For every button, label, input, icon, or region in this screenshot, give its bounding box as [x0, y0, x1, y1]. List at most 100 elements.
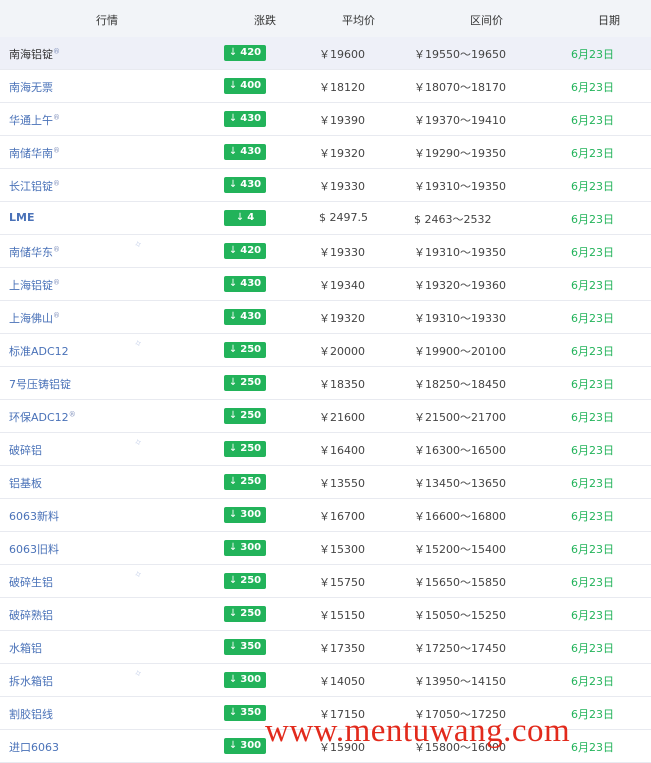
market-name[interactable]: 水箱铝 [9, 642, 42, 655]
change-badge: ↓ 300 [224, 672, 266, 688]
change-badge: ↓ 420 [224, 243, 266, 259]
market-name-link[interactable]: 铝基板 [9, 475, 42, 491]
average-price: ￥19340 [319, 279, 365, 292]
change-badge: ↓ 250 [224, 342, 266, 358]
site-watermark: www.mentuwang.com [265, 713, 571, 749]
market-name[interactable]: 上海铝锭 [9, 279, 53, 292]
change-value: 250 [240, 410, 262, 421]
price-range: ￥19310～19330 [414, 312, 506, 325]
price-range: ￥15050～15250 [414, 609, 506, 622]
market-name-link[interactable]: 上海佛山® [9, 310, 60, 326]
table-row: 破碎熟铝 ↓ 250 ￥15150 ￥15050～15250 6月23日 [0, 598, 651, 631]
market-name-link[interactable]: 上海铝锭® [9, 277, 60, 293]
down-arrow-icon: ↓ [228, 113, 238, 124]
price-range: ￥19310～19350 [414, 180, 506, 193]
market-name-link[interactable]: 破碎铝 [9, 442, 42, 458]
market-name[interactable]: 进口6063 [9, 741, 59, 754]
table-row: 标准ADC12 ↓ 250 ￥20000 ￥19900～20100 6月23日 ⟡ [0, 334, 651, 367]
table-row: 南储华东® ↓ 420 ￥19330 ￥19310～19350 6月23日 ⟡ [0, 235, 651, 268]
down-arrow-icon: ↓ [228, 344, 238, 355]
market-name[interactable]: 破碎熟铝 [9, 609, 53, 622]
table-row: 南储华南® ↓ 430 ￥19320 ￥19290～19350 6月23日 [0, 136, 651, 169]
market-name-link[interactable]: 南储华东® [9, 244, 60, 260]
average-price: ￥21600 [319, 411, 365, 424]
market-name-link[interactable]: 破碎熟铝 [9, 607, 53, 623]
market-name[interactable]: 环保ADC12 [9, 411, 69, 424]
table-row: 华通上午® ↓ 430 ￥19390 ￥19370～19410 6月23日 [0, 103, 651, 136]
header-date: 日期 [598, 14, 620, 27]
market-name[interactable]: 南海铝锭 [9, 48, 53, 61]
market-name[interactable]: 拆水箱铝 [9, 675, 53, 688]
price-range: ￥16600～16800 [414, 510, 506, 523]
market-name[interactable]: 南储华南 [9, 147, 53, 160]
market-name-link[interactable]: 拆水箱铝 [9, 673, 53, 689]
change-value: 430 [240, 311, 262, 322]
average-price: ￥16400 [319, 444, 365, 457]
price-date: 6月23日 [571, 180, 614, 193]
average-price: ￥15150 [319, 609, 365, 622]
market-name[interactable]: 长江铝锭 [9, 180, 53, 193]
market-name[interactable]: 铝基板 [9, 477, 42, 490]
market-name[interactable]: 6063旧料 [9, 543, 59, 556]
market-name-link[interactable]: LME [9, 211, 34, 224]
down-arrow-icon: ↓ [235, 212, 245, 223]
market-name-link[interactable]: 进口6063 [9, 739, 59, 755]
average-price: ￥19330 [319, 180, 365, 193]
market-name[interactable]: 华通上午 [9, 114, 53, 127]
tag-icon: ® [53, 278, 60, 287]
down-arrow-icon: ↓ [228, 509, 238, 520]
market-name[interactable]: 南储华东 [9, 246, 53, 259]
market-name[interactable]: 标准ADC12 [9, 345, 69, 358]
price-range: ￥19370～19410 [414, 114, 506, 127]
price-range: ￥13950～14150 [414, 675, 506, 688]
market-name-link[interactable]: 南海无票 [9, 79, 53, 95]
change-value: 430 [240, 113, 262, 124]
change-badge: ↓ 430 [224, 177, 266, 193]
price-range: ￥13450～13650 [414, 477, 506, 490]
price-date: 6月23日 [571, 81, 614, 94]
market-name[interactable]: 割胶铝线 [9, 708, 53, 721]
market-name[interactable]: LME [9, 211, 34, 224]
price-date: 6月23日 [571, 576, 614, 589]
market-name-link[interactable]: 6063旧料 [9, 541, 59, 557]
market-name-link[interactable]: 环保ADC12® [9, 409, 76, 425]
down-arrow-icon: ↓ [228, 377, 238, 388]
average-price: ￥19330 [319, 246, 365, 259]
average-price: ￥17350 [319, 642, 365, 655]
faint-watermark-icon: ⟡ [133, 667, 144, 680]
price-date: 6月23日 [571, 246, 614, 259]
change-value: 430 [240, 146, 262, 157]
table-header: 行情 涨跌 平均价 区间价 日期 [0, 0, 651, 38]
price-date: 6月23日 [571, 741, 614, 754]
market-name-link[interactable]: 南海铝锭® [9, 46, 60, 62]
table-row: 水箱铝 ↓ 350 ￥17350 ￥17250～17450 6月23日 [0, 631, 651, 664]
price-range: ￥15650～15850 [414, 576, 506, 589]
tag-icon: ® [53, 311, 60, 320]
market-name-link[interactable]: 水箱铝 [9, 640, 42, 656]
market-name-link[interactable]: 长江铝锭® [9, 178, 60, 194]
price-range: ￥18250～18450 [414, 378, 506, 391]
market-name[interactable]: 南海无票 [9, 81, 53, 94]
price-range: ￥19290～19350 [414, 147, 506, 160]
market-name-link[interactable]: 7号压铸铝锭 [9, 376, 71, 392]
market-name-link[interactable]: 标准ADC12 [9, 343, 69, 359]
change-badge: ↓ 250 [224, 375, 266, 391]
market-name-link[interactable]: 破碎生铝 [9, 574, 53, 590]
change-badge: ↓ 300 [224, 540, 266, 556]
market-name[interactable]: 7号压铸铝锭 [9, 378, 71, 391]
market-name[interactable]: 破碎铝 [9, 444, 42, 457]
market-name[interactable]: 6063新料 [9, 510, 59, 523]
market-name-link[interactable]: 割胶铝线 [9, 706, 53, 722]
average-price: ￥19390 [319, 114, 365, 127]
market-name-link[interactable]: 6063新料 [9, 508, 59, 524]
change-value: 420 [240, 245, 262, 256]
table-row: 上海铝锭® ↓ 430 ￥19340 ￥19320～19360 6月23日 [0, 268, 651, 301]
table-row: 长江铝锭® ↓ 430 ￥19330 ￥19310～19350 6月23日 [0, 169, 651, 202]
market-name-link[interactable]: 南储华南® [9, 145, 60, 161]
market-name-link[interactable]: 华通上午® [9, 112, 60, 128]
market-name[interactable]: 破碎生铝 [9, 576, 53, 589]
market-name[interactable]: 上海佛山 [9, 312, 53, 325]
change-badge: ↓ 350 [224, 639, 266, 655]
price-date: 6月23日 [571, 477, 614, 490]
header-avg: 平均价 [342, 14, 375, 27]
